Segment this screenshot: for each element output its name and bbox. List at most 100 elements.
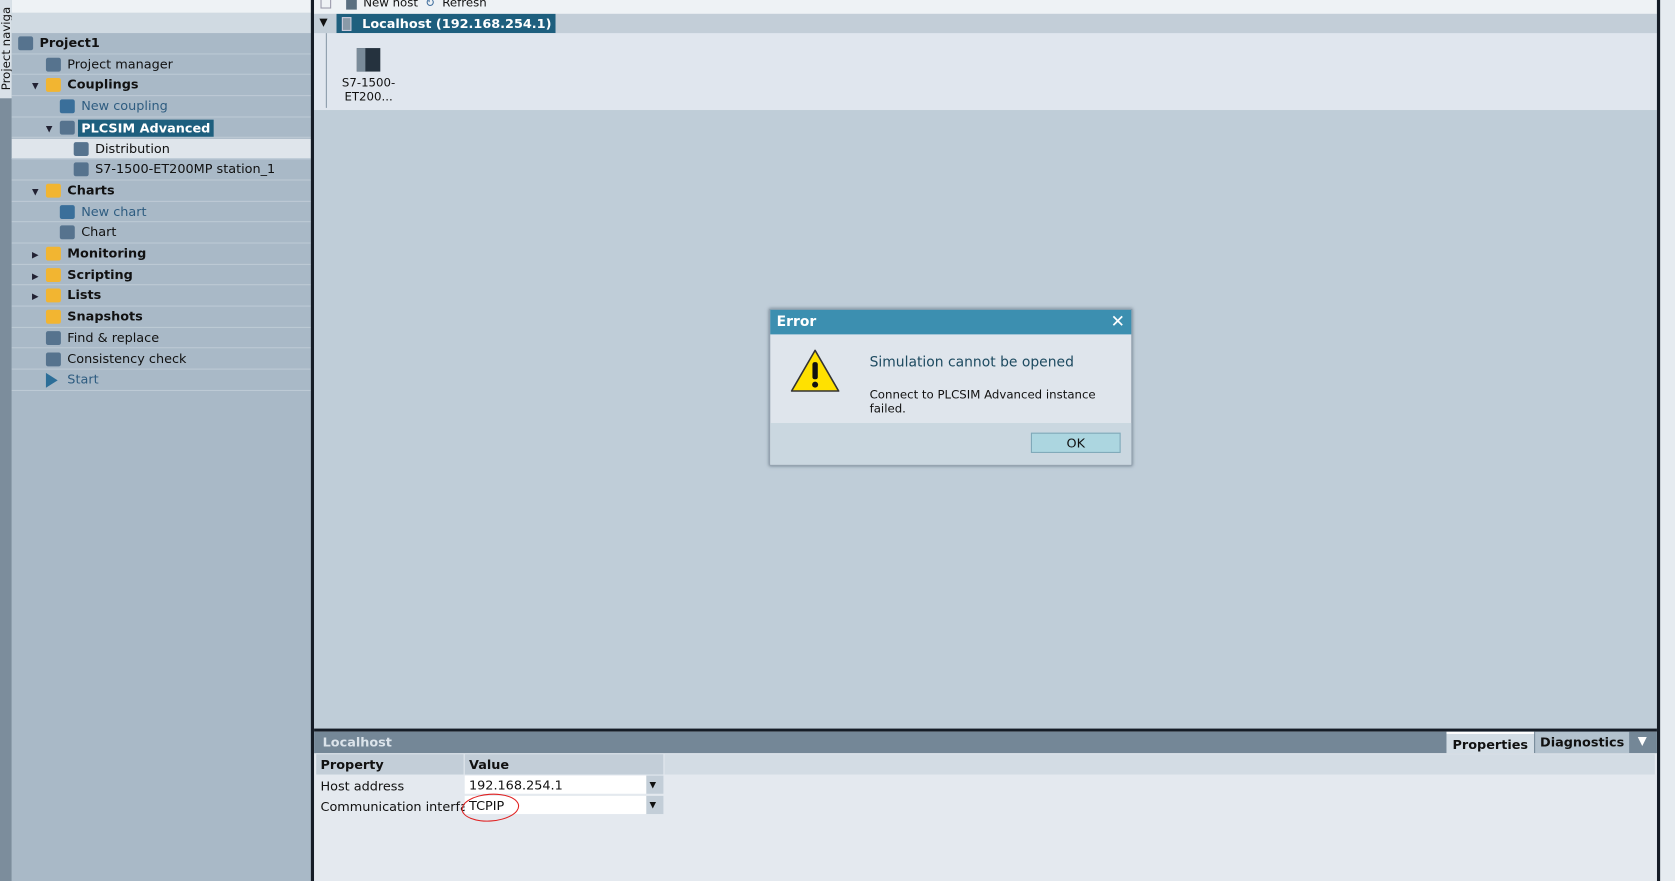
tree-item[interactable]: Project1: [11, 33, 311, 55]
tree-item-label: Snapshots: [67, 308, 143, 324]
project-navigation-tab[interactable]: Project naviga: [0, 0, 13, 99]
tree-item[interactable]: ▼ PLCSIM Advanced: [11, 117, 311, 139]
right-edge: [1656, 0, 1675, 881]
panel-header: Localhost Properties Diagnostics ▼: [314, 731, 1657, 754]
navigator-strip: [0, 0, 12, 881]
tree-item-label: Project1: [39, 35, 100, 51]
panel-title: Localhost: [322, 734, 392, 750]
dropdown-arrow-icon[interactable]: ▼: [646, 795, 664, 815]
dialog-heading: Simulation cannot be opened: [869, 354, 1074, 371]
tree-item[interactable]: Distribution: [11, 138, 311, 160]
header-filler: [664, 754, 1655, 775]
tree-item[interactable]: ▼ Couplings: [11, 75, 311, 97]
tree-item[interactable]: S7-1500-ET200MP station_1: [11, 159, 311, 181]
tree-item-label: New chart: [81, 203, 147, 219]
device-name: S7-1500-: [341, 75, 396, 90]
snapshots-folder-icon: [45, 309, 61, 324]
new-coupling-icon: [59, 99, 75, 114]
tree-item[interactable]: New coupling: [11, 96, 311, 118]
project-icon: [18, 36, 34, 51]
collapse-arrow-icon[interactable]: ▼: [32, 187, 39, 197]
tree-item-label: Couplings: [67, 77, 139, 93]
tree-item[interactable]: Snapshots: [11, 307, 311, 328]
plc-icon: [356, 48, 381, 72]
host-label-text: Localhost (192.168.254.1): [362, 16, 552, 31]
collapse-arrow-icon[interactable]: ▼: [46, 124, 53, 134]
new-host-icon: [346, 0, 357, 10]
host-address-field[interactable]: 192.168.254.1: [464, 775, 647, 794]
tree-item-label: PLCSIM Advanced: [77, 119, 214, 137]
project-tree: Project1 Project manager ▼ Couplings New cou…: [11, 33, 311, 881]
tree-item[interactable]: ▶ Monitoring: [11, 244, 311, 265]
consistency-check-icon: [45, 352, 61, 366]
plcsim-icon: [59, 120, 75, 135]
host-area: S7-1500- ET200...: [314, 33, 1657, 112]
start-icon: [45, 373, 58, 388]
chart-icon: [59, 225, 75, 240]
tree-item-label: Start: [67, 371, 99, 387]
couplings-folder-icon: [45, 78, 61, 93]
expand-arrow-icon[interactable]: ▶: [32, 292, 39, 302]
project-manager-icon: [45, 57, 61, 72]
lists-folder-icon: [45, 288, 61, 303]
tab-properties[interactable]: Properties: [1446, 731, 1535, 754]
tree-item[interactable]: Chart: [11, 223, 311, 244]
monitoring-folder-icon: [45, 246, 61, 261]
tree-item-label: S7-1500-ET200MP station_1: [95, 161, 276, 177]
dialog-message: Connect to PLCSIM Advanced instance fail…: [869, 387, 1096, 416]
column-header-property: Property: [316, 754, 464, 775]
tree-line: [325, 33, 327, 108]
tree-item-label: Monitoring: [67, 245, 147, 261]
collapse-arrow-icon[interactable]: ▼: [32, 82, 39, 92]
tree-item-label: Charts: [67, 182, 115, 198]
dropdown-arrow-icon[interactable]: ▼: [646, 775, 664, 794]
tree-item-label: Project manager: [67, 56, 173, 72]
close-icon[interactable]: ✕: [1111, 311, 1125, 331]
ok-button[interactable]: OK: [1030, 432, 1121, 453]
tree-item[interactable]: ▼ Charts: [11, 180, 311, 202]
dialog-title: Error: [776, 314, 817, 331]
sidebar-header: [11, 0, 311, 13]
tree-item-label: New coupling: [81, 98, 168, 114]
panel-menu-icon[interactable]: ▼: [1638, 734, 1647, 748]
tree-item-label: Consistency check: [67, 350, 187, 366]
charts-folder-icon: [45, 183, 61, 198]
toolbar: New host ↻ Refresh: [314, 0, 1657, 14]
find-replace-icon: [45, 330, 61, 345]
server-icon: [341, 17, 352, 31]
sidebar-toolbar: [11, 12, 311, 34]
dialog-titlebar: Error ✕: [770, 309, 1132, 335]
device-name-2: ET200...: [344, 89, 393, 104]
expand-arrow-icon[interactable]: ▶: [32, 271, 39, 281]
tree-item[interactable]: ▶ Scripting: [11, 265, 311, 286]
new-host-button[interactable]: New host: [363, 0, 418, 10]
tree-item[interactable]: Consistency check: [11, 349, 311, 370]
tree-item[interactable]: ▶ Lists: [11, 286, 311, 307]
expand-arrow-icon[interactable]: ▶: [32, 250, 39, 260]
property-host-address: Host address: [320, 778, 405, 794]
column-header-value: Value: [464, 754, 664, 775]
tree-item[interactable]: New chart: [11, 201, 311, 223]
plc-device[interactable]: S7-1500- ET200...: [335, 48, 401, 112]
tree-item-label: Lists: [67, 287, 102, 303]
distribution-icon: [73, 141, 89, 156]
save-icon[interactable]: [320, 0, 332, 9]
warning-icon: [790, 349, 840, 392]
dialog-footer: OK: [770, 423, 1132, 465]
host-header: ▼ Localhost (192.168.254.1): [314, 13, 1657, 34]
properties-panel: Localhost Properties Diagnostics ▼ Prope…: [314, 731, 1657, 881]
tree-item[interactable]: Find & replace: [11, 328, 311, 349]
tree-item[interactable]: Start: [11, 370, 311, 391]
collapse-arrow-icon[interactable]: ▼: [319, 17, 327, 29]
new-chart-icon: [59, 204, 75, 219]
tree-item-label: Chart: [81, 224, 117, 240]
refresh-button[interactable]: Refresh: [442, 0, 486, 10]
error-dialog: Error ✕ Simulation cannot be opened Conn…: [769, 308, 1133, 466]
tab-diagnostics[interactable]: Diagnostics: [1535, 731, 1630, 754]
host-label[interactable]: Localhost (192.168.254.1): [336, 13, 556, 34]
scripting-folder-icon: [45, 267, 61, 282]
tree-item-label: Distribution: [95, 140, 170, 156]
refresh-icon: ↻: [425, 0, 436, 10]
tree-item-label: Find & replace: [67, 329, 160, 345]
tree-item[interactable]: Project manager: [11, 54, 311, 76]
